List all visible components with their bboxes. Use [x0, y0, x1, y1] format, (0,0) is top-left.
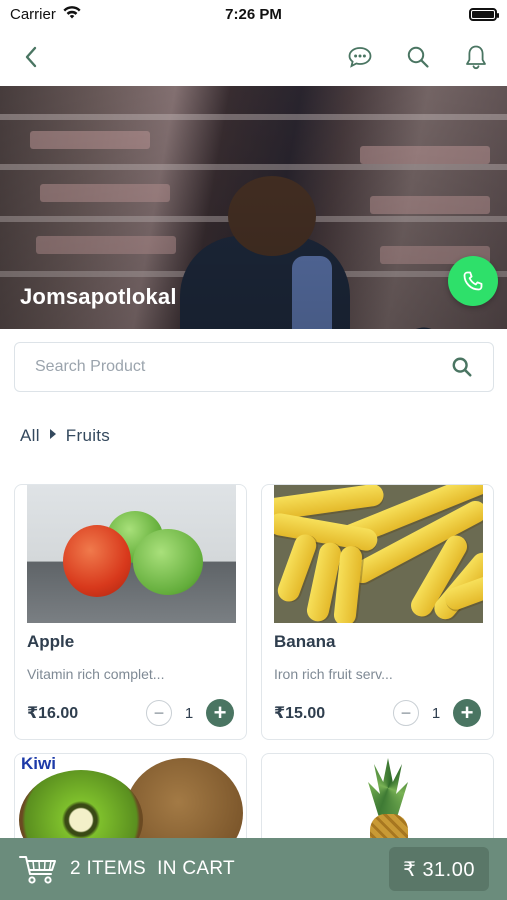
product-name: Banana [274, 632, 336, 651]
product-image-apple [27, 485, 236, 623]
breadcrumb: All Fruits [20, 426, 110, 446]
search-input[interactable]: Search Product [14, 342, 494, 392]
bell-icon [466, 45, 486, 70]
kiwi-image-label: Kiwi [21, 754, 56, 773]
nav-bar [0, 28, 507, 86]
cart-summary: 2 ITEMS IN CART [18, 853, 235, 885]
quantity-value: 1 [184, 704, 194, 722]
wifi-icon [62, 5, 82, 24]
status-left: Carrier [10, 5, 82, 24]
breadcrumb-arrow-icon [49, 429, 56, 439]
product-card-banana[interactable]: Banana Iron rich fruit serv... ₹15.00 − … [261, 484, 494, 740]
product-price: ₹16.00 [27, 705, 79, 722]
store-banner: Jomsapotlokal [0, 86, 507, 329]
product-description: Iron rich fruit serv... [274, 666, 393, 682]
cart-icon [19, 856, 56, 884]
product-name: Apple [27, 632, 75, 651]
product-price: ₹15.00 [274, 705, 326, 722]
call-button[interactable] [448, 256, 498, 306]
carrier-label: Carrier [10, 5, 56, 23]
search-placeholder: Search Product [35, 358, 146, 375]
status-bar: Carrier 7:26 PM [0, 0, 507, 28]
decrease-button[interactable]: − [393, 700, 419, 726]
breadcrumb-all[interactable]: All [20, 426, 40, 446]
product-card-apple[interactable]: Apple Vitamin rich complet... ₹16.00 − 1… [14, 484, 247, 740]
battery-icon [469, 7, 499, 21]
notifications-button[interactable] [459, 40, 493, 74]
decrease-button[interactable]: − [146, 700, 172, 726]
search-icon[interactable] [451, 356, 473, 378]
increase-button[interactable]: + [206, 699, 234, 727]
breadcrumb-current: Fruits [65, 426, 111, 445]
search-icon [407, 46, 429, 68]
cart-bar[interactable]: 2 ITEMS IN CART ₹ 31.00 [0, 838, 507, 900]
quantity-stepper: − 1 + [146, 699, 234, 727]
quantity-value: 1 [431, 704, 441, 722]
quantity-stepper: − 1 + [393, 699, 481, 727]
cart-total-button[interactable]: ₹ 31.00 [389, 847, 489, 891]
back-chevron-icon [25, 46, 37, 68]
increase-button[interactable]: + [453, 699, 481, 727]
back-button[interactable] [14, 40, 48, 74]
chat-button[interactable] [343, 40, 377, 74]
product-description: Vitamin rich complet... [27, 666, 165, 682]
search-button[interactable] [401, 40, 435, 74]
cart-items-label: 2 ITEMS IN CART [70, 858, 235, 879]
nav-actions [343, 40, 493, 74]
chat-bubble-icon [348, 47, 372, 68]
phone-icon [463, 271, 483, 291]
product-image-banana [274, 485, 483, 623]
store-name: Jomsapotlokal [20, 284, 177, 309]
